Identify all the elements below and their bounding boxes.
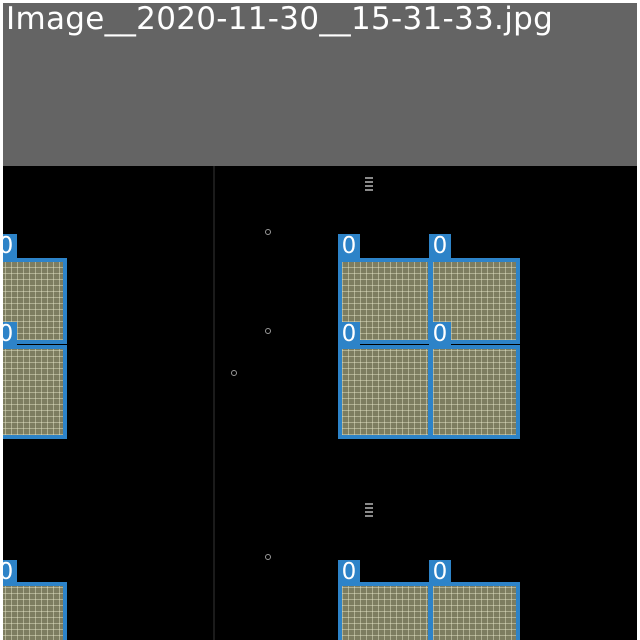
detection-label: 0 [3, 234, 17, 258]
detection-box [3, 345, 67, 439]
detection-label: 0 [3, 560, 17, 584]
fiducial-dot [265, 229, 271, 235]
detection-label: 0 [429, 234, 451, 258]
fiducial-marker [365, 177, 373, 191]
fiducial-dot [265, 554, 271, 560]
image-filename: Image__2020-11-30__15-31-33.jpg [6, 3, 554, 37]
detection-box [429, 582, 520, 640]
detection-box [429, 345, 520, 439]
fiducial-dot [265, 328, 271, 334]
detection-label: 0 [429, 560, 451, 584]
image-viewer: Image__2020-11-30__15-31-33.jpg 0 0 0 0 … [3, 3, 637, 640]
detection-label: 0 [338, 560, 360, 584]
detection-box [338, 345, 432, 439]
detection-box [338, 582, 432, 640]
detection-label: 0 [338, 234, 360, 258]
detection-label: 0 [3, 322, 17, 346]
fiducial-marker [365, 503, 373, 517]
detection-canvas: 0 0 0 0 0 0 0 0 0 [3, 166, 637, 640]
filename-banner: Image__2020-11-30__15-31-33.jpg [3, 3, 637, 166]
detection-label: 0 [429, 322, 451, 346]
frame-divider [213, 166, 215, 640]
detection-box [3, 582, 67, 640]
fiducial-dot [231, 370, 237, 376]
detection-label: 0 [338, 322, 360, 346]
